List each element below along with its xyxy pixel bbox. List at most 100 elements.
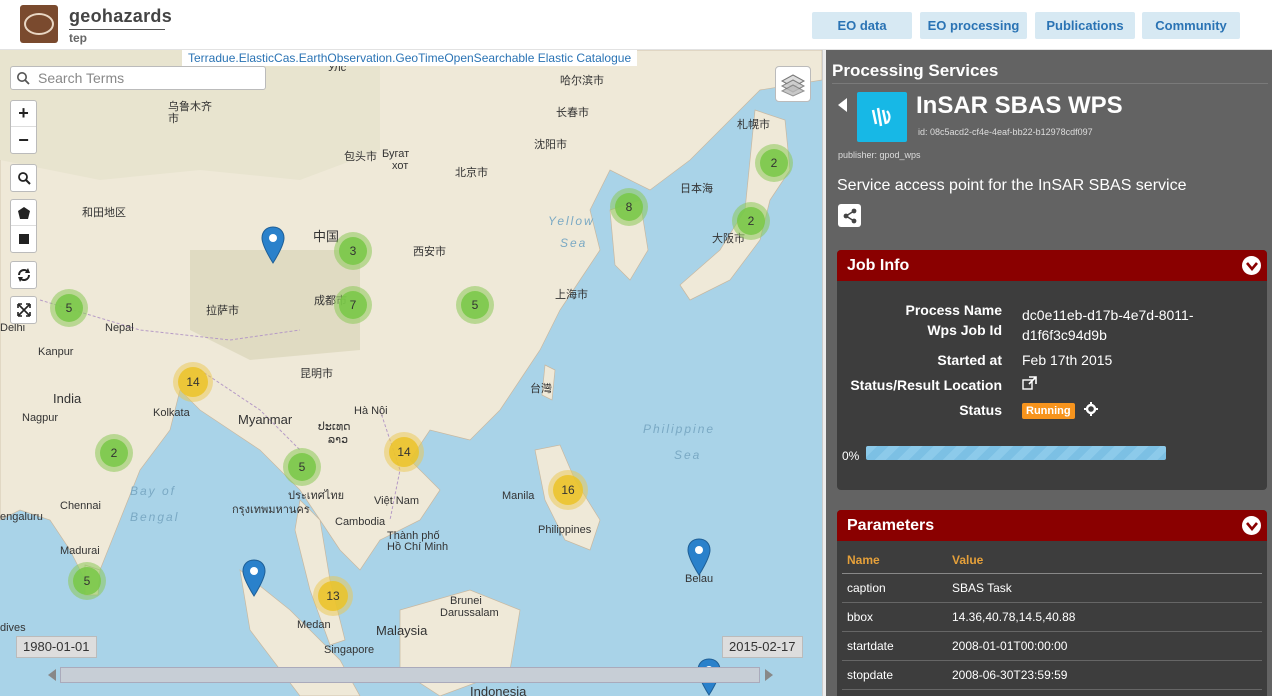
map-cluster-marker[interactable]: 7 — [334, 286, 372, 324]
map-place-label: 沈阳市 — [534, 139, 567, 151]
map-cluster-marker[interactable]: 5 — [283, 448, 321, 486]
map-cluster-marker[interactable]: 2 — [732, 202, 770, 240]
nav-publications-button[interactable]: Publications — [1035, 12, 1135, 39]
header: geohazards tep EO data EO processing Pub… — [0, 0, 1272, 50]
panel-title-divider — [832, 83, 1268, 84]
map-place-label: 昆明市 — [300, 368, 333, 380]
progress-label: 0% — [842, 449, 860, 463]
map-place-label: ປະເທດ — [318, 421, 351, 433]
rectangle-icon — [18, 234, 29, 244]
search-input[interactable] — [38, 69, 258, 87]
map-marker-icon[interactable] — [687, 538, 711, 576]
fullscreen-control — [10, 296, 37, 324]
service-id: id: 08c5acd2-cf4e-4eaf-bb22-b12978cdf097 — [918, 127, 1093, 137]
brand-subtitle: tep — [69, 31, 87, 45]
map-place-label: Philippine — [643, 422, 716, 436]
map-cluster-marker[interactable]: 2 — [755, 144, 793, 182]
cluster-count: 5 — [73, 567, 101, 595]
search-box — [10, 66, 266, 90]
catalog-label[interactable]: Terradue.ElasticCas.EarthObservation.Geo… — [182, 50, 638, 66]
parameters-title: Parameters — [847, 517, 935, 534]
map-cluster-marker[interactable]: 14 — [384, 432, 424, 472]
map-cluster-marker[interactable]: 5 — [50, 289, 88, 327]
nav-community-button[interactable]: Community — [1142, 12, 1240, 39]
map-place-label: Philippines — [538, 524, 592, 536]
brand-name: geohazards — [69, 6, 173, 26]
cluster-count: 16 — [553, 475, 583, 505]
table-row: stopdate 2008-06-30T23:59:59 — [842, 660, 1262, 690]
draw-rectangle-button[interactable] — [11, 226, 36, 252]
cluster-count: 8 — [615, 193, 643, 221]
map-place-label: Darussalam — [440, 607, 499, 619]
started-at-value: Feb 17th 2015 — [1022, 352, 1113, 368]
map-view[interactable]: Улс 哈尔滨市 乌鲁木齐市长春市 札幌市 沈阳市 包头市 Бугат хот 北京市 和田地区中… — [0, 50, 822, 696]
chevron-down-icon[interactable] — [1242, 516, 1261, 535]
timeline-track[interactable] — [60, 667, 760, 683]
gear-icon[interactable] — [1084, 402, 1098, 419]
zoom-in-button[interactable]: + — [11, 101, 36, 127]
wps-job-id-value-line2: d1f6f3c94d9b — [1022, 327, 1107, 343]
table-row: startdate 2008-01-01T00:00:00 — [842, 631, 1262, 661]
draw-polygon-button[interactable] — [11, 200, 36, 226]
map-place-label: 市 — [168, 113, 179, 125]
share-button[interactable] — [838, 204, 861, 227]
processing-services-panel: Processing Services InSAR SBAS WPS id: 0… — [826, 50, 1272, 696]
map-place-label: Myanmar — [238, 412, 293, 427]
param-name: startdate — [842, 631, 947, 661]
zoom-controls: + − — [10, 100, 37, 154]
geohazards-logo[interactable] — [20, 5, 58, 43]
service-logo-icon — [857, 92, 907, 142]
job-info-header[interactable]: Job Info — [837, 250, 1267, 281]
timeline-slider[interactable] — [48, 666, 773, 684]
map-place-label: 札幌市 — [737, 119, 770, 131]
refresh-control — [10, 261, 37, 289]
timeline-right-handle-icon[interactable] — [765, 669, 773, 681]
map-cluster-marker[interactable]: 5 — [456, 286, 494, 324]
map-cluster-marker[interactable]: 5 — [68, 562, 106, 600]
service-description: Service access point for the InSAR SBAS … — [837, 177, 1187, 194]
column-header-value: Value — [947, 548, 1262, 574]
layers-button[interactable] — [775, 66, 811, 102]
back-arrow-icon[interactable] — [838, 98, 847, 112]
refresh-button[interactable] — [11, 262, 36, 288]
map-cluster-marker[interactable]: 8 — [610, 188, 648, 226]
polygon-icon — [17, 206, 30, 219]
map-place-label: Sea — [560, 236, 588, 250]
chevron-down-icon[interactable] — [1242, 256, 1261, 275]
map-cluster-marker[interactable]: 16 — [548, 470, 588, 510]
timeline-end-date: 2015-02-17 — [722, 636, 803, 658]
fullscreen-button[interactable] — [11, 297, 36, 323]
parameters-header[interactable]: Parameters — [837, 510, 1267, 541]
map-cluster-marker[interactable]: 13 — [313, 576, 353, 616]
map-search-button[interactable] — [11, 165, 36, 191]
cluster-count: 2 — [737, 207, 765, 235]
nav-eo-data-button[interactable]: EO data — [812, 12, 912, 39]
timeline-start-date: 1980-01-01 — [16, 636, 97, 658]
map-place-label: 拉萨市 — [206, 305, 239, 317]
param-name: caption — [842, 573, 947, 603]
cluster-count: 5 — [288, 453, 316, 481]
cluster-count: 13 — [318, 581, 348, 611]
parameters-section: Parameters Name Value caption SBAS Task … — [837, 510, 1267, 696]
wps-job-id-label: Wps Job Id — [927, 322, 1002, 338]
timeline-left-handle-icon[interactable] — [48, 669, 56, 681]
zoom-out-button[interactable]: − — [11, 127, 36, 153]
wps-job-id-value-line1: dc0e11eb-d17b-4e7d-8011- — [1022, 307, 1194, 323]
map-place-label: Brunei — [450, 595, 482, 607]
map-place-label: 西安市 — [413, 246, 446, 258]
map-cluster-marker[interactable]: 2 — [95, 434, 133, 472]
map-place-label: กรุงเทพมหานคร — [232, 504, 310, 516]
nav-eo-processing-button[interactable]: EO processing — [920, 12, 1027, 39]
map-marker-icon[interactable] — [242, 559, 266, 597]
layers-icon — [780, 74, 806, 97]
param-value: 2008-01-01T00:00:00 — [947, 631, 1262, 661]
progress-bar — [866, 446, 1166, 460]
external-link-icon[interactable] — [1022, 376, 1037, 394]
map-cluster-marker[interactable]: 3 — [334, 232, 372, 270]
map-place-label: Kanpur — [38, 346, 74, 358]
map-marker-icon[interactable] — [261, 226, 285, 264]
map-place-label: dives — [0, 622, 26, 634]
map-place-label: 台灣 — [530, 383, 552, 395]
map-place-label: India — [53, 391, 82, 406]
map-cluster-marker[interactable]: 14 — [173, 362, 213, 402]
